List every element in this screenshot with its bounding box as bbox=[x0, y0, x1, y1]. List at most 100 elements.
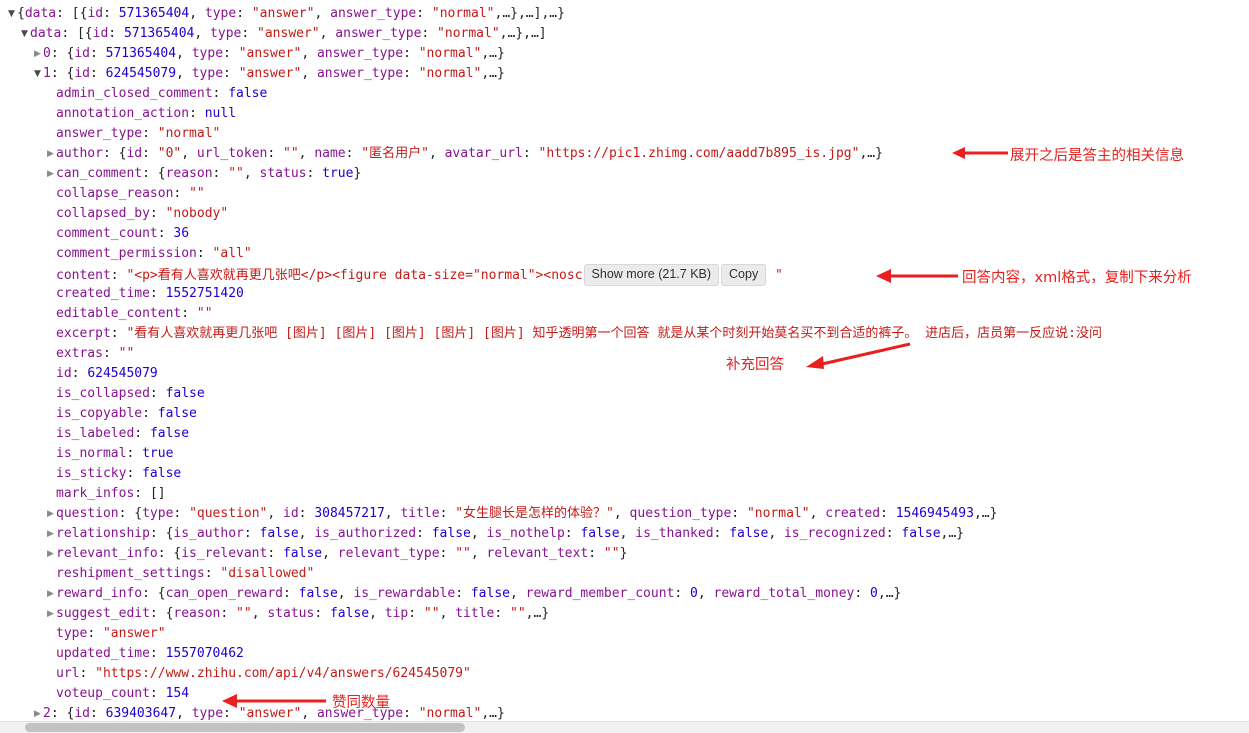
copy-button[interactable]: Copy bbox=[721, 264, 767, 286]
json-tree-row[interactable]: ▼ data: [{id: 571365404, type: "answer", … bbox=[0, 24, 1249, 44]
json-tree-row[interactable]: ▶ relationship: {is_author: false, is_aut… bbox=[0, 524, 1249, 544]
json-object-preview: {id: "0", url_token: "", name: "匿名用户", a… bbox=[118, 146, 883, 161]
json-tree-row[interactable]: ▶ question: {type: "question", id: 308457… bbox=[0, 504, 1249, 524]
expand-triangle-icon[interactable]: ▶ bbox=[45, 584, 56, 604]
json-property-key: relevant_info bbox=[56, 546, 158, 561]
json-property-key: 2 bbox=[43, 706, 51, 721]
json-property-value: [] bbox=[149, 486, 166, 501]
json-tree-row[interactable]: ▶ can_comment: {reason: "", status: true} bbox=[0, 164, 1249, 184]
json-property-value: "https://www.zhihu.com/api/v4/answers/62… bbox=[95, 666, 471, 681]
json-property-value: false bbox=[142, 466, 182, 481]
json-tree-row[interactable]: reshipment_settings: "disallowed" bbox=[0, 564, 1249, 584]
json-tree-row[interactable]: is_sticky: false bbox=[0, 464, 1249, 484]
expand-triangle-icon[interactable]: ▶ bbox=[45, 504, 56, 524]
expand-triangle-icon[interactable]: ▶ bbox=[32, 44, 43, 64]
json-property-value: "normal" bbox=[157, 126, 221, 141]
json-property-value: 624545079 bbox=[87, 366, 158, 381]
json-tree-row[interactable]: extras: "" bbox=[0, 344, 1249, 364]
expand-triangle-icon[interactable]: ▶ bbox=[45, 144, 56, 164]
json-tree-viewer[interactable]: ▼ {data: [{id: 571365404, type: "answer",… bbox=[0, 0, 1249, 725]
json-tree-row[interactable]: created_time: 1552751420 bbox=[0, 284, 1249, 304]
json-property-value: "all" bbox=[212, 246, 252, 261]
json-property-value: false bbox=[165, 386, 205, 401]
expand-triangle-icon[interactable]: ▶ bbox=[45, 544, 56, 564]
collapse-triangle-icon[interactable]: ▼ bbox=[19, 24, 30, 44]
json-property-key: answer_type bbox=[56, 126, 143, 141]
json-property-value: false bbox=[157, 406, 197, 421]
json-tree-row[interactable]: mark_infos: [] bbox=[0, 484, 1249, 504]
json-tree-row[interactable]: comment_permission: "all" bbox=[0, 244, 1249, 264]
json-property-value: "disallowed" bbox=[220, 566, 315, 581]
json-property-key: data bbox=[30, 26, 62, 41]
json-tree-row[interactable]: annotation_action: null bbox=[0, 104, 1249, 124]
horizontal-scrollbar[interactable] bbox=[0, 721, 1249, 733]
json-tree-row[interactable]: voteup_count: 154 bbox=[0, 684, 1249, 704]
annotation-voteup-note: 赞同数量 bbox=[332, 695, 390, 711]
json-tree-row[interactable]: is_labeled: false bbox=[0, 424, 1249, 444]
json-property-key: reward_info bbox=[56, 586, 143, 601]
json-property-key: is_normal bbox=[56, 446, 127, 461]
json-tree-row[interactable]: updated_time: 1557070462 bbox=[0, 644, 1249, 664]
json-tree-row[interactable]: is_collapsed: false bbox=[0, 384, 1249, 404]
json-property-key: comment_permission bbox=[56, 246, 197, 261]
horizontal-scrollbar-thumb[interactable] bbox=[25, 723, 465, 732]
json-property-value: false bbox=[228, 86, 268, 101]
json-tree-row[interactable]: ▶ reward_info: {can_open_reward: false, i… bbox=[0, 584, 1249, 604]
json-tree-row[interactable]: editable_content: "" bbox=[0, 304, 1249, 324]
json-tree-row[interactable]: ▼ 1: {id: 624545079, type: "answer", answ… bbox=[0, 64, 1249, 84]
json-tree-row[interactable]: collapse_reason: "" bbox=[0, 184, 1249, 204]
json-property-key: author bbox=[56, 146, 103, 161]
json-tree-row[interactable]: is_normal: true bbox=[0, 444, 1249, 464]
json-tree-row[interactable]: type: "answer" bbox=[0, 624, 1249, 644]
json-object-preview: {reason: "", status: false, tip: "", tit… bbox=[165, 606, 550, 621]
json-tree-row[interactable]: ▶ 0: {id: 571365404, type: "answer", answ… bbox=[0, 44, 1249, 64]
json-property-key: voteup_count bbox=[56, 686, 150, 701]
json-tree-row[interactable]: url: "https://www.zhihu.com/api/v4/answe… bbox=[0, 664, 1249, 684]
json-object-preview: {is_relevant: false, relevant_type: "", … bbox=[173, 546, 628, 561]
json-tree-row[interactable]: ▼ {data: [{id: 571365404, type: "answer",… bbox=[0, 4, 1249, 24]
json-tree-row[interactable]: answer_type: "normal" bbox=[0, 124, 1249, 144]
json-tree-row[interactable]: ▶ relevant_info: {is_relevant: false, rel… bbox=[0, 544, 1249, 564]
json-property-key: admin_closed_comment bbox=[56, 86, 213, 101]
json-property-key: content bbox=[56, 268, 111, 283]
show-more-button[interactable]: Show more (21.7 KB) bbox=[583, 264, 720, 286]
json-property-key: created_time bbox=[56, 286, 150, 301]
json-property-key: id bbox=[56, 366, 72, 381]
json-property-key: can_comment bbox=[56, 166, 143, 181]
json-tree-row[interactable]: admin_closed_comment: false bbox=[0, 84, 1249, 104]
json-property-key: 0 bbox=[43, 46, 51, 61]
json-property-key: suggest_edit bbox=[56, 606, 150, 621]
json-property-key: annotation_action bbox=[56, 106, 190, 121]
json-object-preview: {reason: "", status: true} bbox=[157, 166, 362, 181]
json-tree-row[interactable]: comment_count: 36 bbox=[0, 224, 1249, 244]
collapse-triangle-icon[interactable]: ▼ bbox=[6, 4, 17, 24]
json-property-value: null bbox=[204, 106, 237, 121]
json-property-key: url bbox=[56, 666, 80, 681]
json-property-value: 154 bbox=[165, 686, 190, 701]
json-tree-row[interactable]: collapsed_by: "nobody" bbox=[0, 204, 1249, 224]
collapse-triangle-icon[interactable]: ▼ bbox=[32, 64, 43, 84]
expand-triangle-icon[interactable]: ▶ bbox=[45, 164, 56, 184]
json-tree-row[interactable]: is_copyable: false bbox=[0, 404, 1249, 424]
json-tree-row[interactable]: ▶ suggest_edit: {reason: "", status: fals… bbox=[0, 604, 1249, 624]
json-property-key: is_labeled bbox=[56, 426, 135, 441]
expand-triangle-icon[interactable]: ▶ bbox=[45, 524, 56, 544]
expand-triangle-icon[interactable]: ▶ bbox=[45, 604, 56, 624]
json-tree-row[interactable]: excerpt: "看有人喜欢就再更几张吧 [图片] [图片] [图片] [图片… bbox=[0, 324, 1249, 344]
json-tree-row[interactable]: id: 624545079 bbox=[0, 364, 1249, 384]
json-property-key: is_sticky bbox=[56, 466, 127, 481]
json-property-key: updated_time bbox=[56, 646, 150, 661]
json-property-value: "看有人喜欢就再更几张吧 [图片] [图片] [图片] [图片] [图片] 知乎… bbox=[126, 326, 1102, 341]
json-property-key: reshipment_settings bbox=[56, 566, 205, 581]
content-value-suffix: " bbox=[767, 268, 783, 283]
